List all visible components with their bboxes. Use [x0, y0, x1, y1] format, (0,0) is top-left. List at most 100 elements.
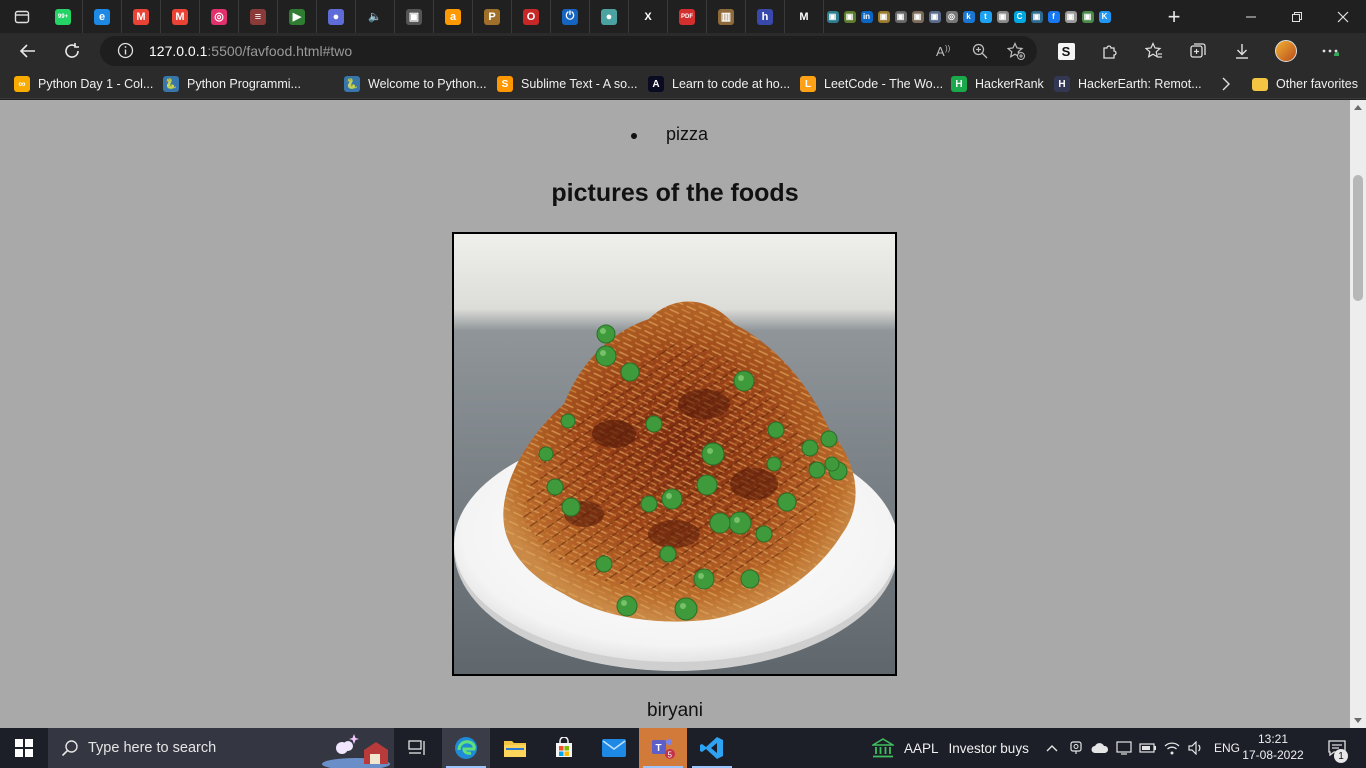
- browser-tab[interactable]: M: [122, 0, 161, 33]
- refresh-button[interactable]: [50, 33, 94, 69]
- onedrive-cloud-icon[interactable]: [1088, 728, 1112, 768]
- browser-tab-pinned[interactable]: ▣: [841, 0, 858, 33]
- favorites-overflow-chevron-icon[interactable]: [1218, 75, 1234, 93]
- browser-tab[interactable]: X: [629, 0, 668, 33]
- system-clock[interactable]: 13:21 17-08-2022: [1240, 731, 1306, 763]
- favorite-link[interactable]: H HackerRank: [951, 75, 1044, 93]
- downloads-button[interactable]: [1220, 33, 1264, 69]
- favorite-link[interactable]: 🐍 Welcome to Python...: [344, 75, 487, 93]
- minimize-button[interactable]: [1228, 0, 1274, 33]
- browser-tab-pinned[interactable]: ▣: [926, 0, 943, 33]
- browser-tab[interactable]: P: [473, 0, 512, 33]
- favorites-button[interactable]: [1132, 33, 1176, 69]
- favorite-link[interactable]: L LeetCode - The Wo...: [800, 75, 943, 93]
- favorite-link[interactable]: H HackerEarth: Remot...: [1054, 75, 1202, 93]
- settings-more-button[interactable]: [1308, 33, 1352, 69]
- browser-tab-pinned[interactable]: k: [960, 0, 977, 33]
- favorite-link[interactable]: S Sublime Text - A so...: [497, 75, 638, 93]
- browser-tab[interactable]: ▣: [395, 0, 434, 33]
- edge-taskbar-app[interactable]: [442, 728, 490, 768]
- browser-tab[interactable]: M: [161, 0, 200, 33]
- site-info-icon[interactable]: [117, 42, 134, 59]
- speaker-icon: 🔈: [367, 8, 383, 25]
- browser-tab[interactable]: ●: [590, 0, 629, 33]
- stock-widget[interactable]: AAPL Investor buys: [872, 738, 1029, 758]
- avatar: [1275, 40, 1297, 62]
- browser-tab[interactable]: e: [83, 0, 122, 33]
- browser-tab-pinned[interactable]: ▣: [909, 0, 926, 33]
- page-scrollbar[interactable]: [1350, 100, 1366, 728]
- scroll-thumb[interactable]: [1353, 175, 1363, 301]
- browser-tab-pinned[interactable]: ◎: [943, 0, 960, 33]
- favorite-link[interactable]: 🐍 Python Programmi...: [163, 75, 301, 93]
- close-window-button[interactable]: [1320, 0, 1366, 33]
- display-icon[interactable]: [1112, 728, 1136, 768]
- volume-icon[interactable]: [1184, 728, 1208, 768]
- browser-tab-pinned[interactable]: ▣: [1079, 0, 1096, 33]
- store-icon: [556, 737, 572, 757]
- webcam-icon[interactable]: [1064, 728, 1088, 768]
- scroll-up-arrow-icon[interactable]: [1354, 105, 1362, 110]
- browser-tab-pinned[interactable]: ▣: [994, 0, 1011, 33]
- show-hidden-icons-chevron-icon[interactable]: [1040, 728, 1064, 768]
- folder-icon: [504, 741, 526, 757]
- browser-tab[interactable]: PDF: [668, 0, 707, 33]
- edge-icon: e: [94, 8, 110, 25]
- favorite-link[interactable]: ∞ Python Day 1 - Col...: [14, 75, 153, 93]
- file-explorer-taskbar-app[interactable]: [491, 728, 539, 768]
- browser-tab-pinned[interactable]: C: [1011, 0, 1028, 33]
- teams-taskbar-app[interactable]: T5: [639, 728, 687, 768]
- url-text[interactable]: 127.0.0.1:5500/favfood.html#two: [149, 43, 352, 59]
- browser-tab[interactable]: ●: [317, 0, 356, 33]
- browser-tab-pinned[interactable]: K: [1096, 0, 1113, 33]
- scroll-down-arrow-icon[interactable]: [1354, 718, 1362, 723]
- browser-tab[interactable]: h: [746, 0, 785, 33]
- instagram-icon: ◎: [211, 8, 227, 25]
- taskbar-search-box[interactable]: Type here to search: [48, 728, 394, 768]
- battery-icon[interactable]: [1136, 728, 1160, 768]
- sessionbuddy-extension-button[interactable]: S: [1044, 33, 1088, 69]
- browser-tab[interactable]: ◎: [200, 0, 239, 33]
- browser-tab-pinned[interactable]: ▣: [1062, 0, 1079, 33]
- tab-strip: 99+ e M M ◎ ≡ ▶ ● 🔈 ▣ a P O ⏻ ● X PDF ▥ h M ▣ ▣ in ▣ ▣ ▣ ▣ ◎ k t ▣ C ▣ f ▣…: [0, 0, 1366, 33]
- add-favorite-icon[interactable]: [1005, 41, 1027, 61]
- favorite-favicon-icon: A: [648, 76, 664, 92]
- favorite-link[interactable]: A Learn to code at ho...: [648, 75, 790, 93]
- address-bar[interactable]: 127.0.0.1:5500/favfood.html#two A)): [100, 36, 1037, 66]
- zoom-icon[interactable]: [969, 41, 991, 61]
- browser-tab-pinned[interactable]: ▣: [875, 0, 892, 33]
- wifi-icon[interactable]: [1160, 728, 1184, 768]
- other-favorites-folder[interactable]: Other favorites: [1252, 75, 1358, 93]
- browser-tab-pinned[interactable]: ▣: [824, 0, 841, 33]
- browser-tab-pinned[interactable]: ▣: [1028, 0, 1045, 33]
- browser-tab-pinned[interactable]: t: [977, 0, 994, 33]
- start-button[interactable]: [0, 728, 48, 768]
- browser-tab[interactable]: M: [785, 0, 824, 33]
- browser-tab[interactable]: ▥: [707, 0, 746, 33]
- browser-tab[interactable]: a: [434, 0, 473, 33]
- browser-tab-pinned[interactable]: in: [858, 0, 875, 33]
- browser-tab[interactable]: 🔈: [356, 0, 395, 33]
- restore-button[interactable]: [1274, 0, 1320, 33]
- browser-tab-pinned[interactable]: f: [1045, 0, 1062, 33]
- extensions-button[interactable]: [1088, 33, 1132, 69]
- read-aloud-icon[interactable]: A)): [933, 41, 955, 61]
- task-view-button[interactable]: [394, 728, 442, 768]
- favorite-favicon-icon: L: [800, 76, 816, 92]
- new-tab-button[interactable]: +: [1154, 0, 1194, 33]
- back-button[interactable]: [6, 33, 50, 69]
- mail-taskbar-app[interactable]: [590, 728, 638, 768]
- collections-button[interactable]: [1176, 33, 1220, 69]
- profile-button[interactable]: [1264, 33, 1308, 69]
- favorite-favicon-icon: H: [1054, 76, 1070, 92]
- browser-tab[interactable]: ≡: [239, 0, 278, 33]
- browser-tab-pinned[interactable]: ▣: [892, 0, 909, 33]
- browser-tab[interactable]: ▶: [278, 0, 317, 33]
- favorites-star-icon: [1145, 42, 1162, 59]
- store-taskbar-app[interactable]: [540, 728, 588, 768]
- browser-tab[interactable]: O: [512, 0, 551, 33]
- browser-tab[interactable]: ⏻: [551, 0, 590, 33]
- browser-tab[interactable]: 99+: [44, 0, 83, 33]
- tab-actions-button[interactable]: [0, 0, 44, 33]
- vscode-taskbar-app[interactable]: [688, 728, 736, 768]
